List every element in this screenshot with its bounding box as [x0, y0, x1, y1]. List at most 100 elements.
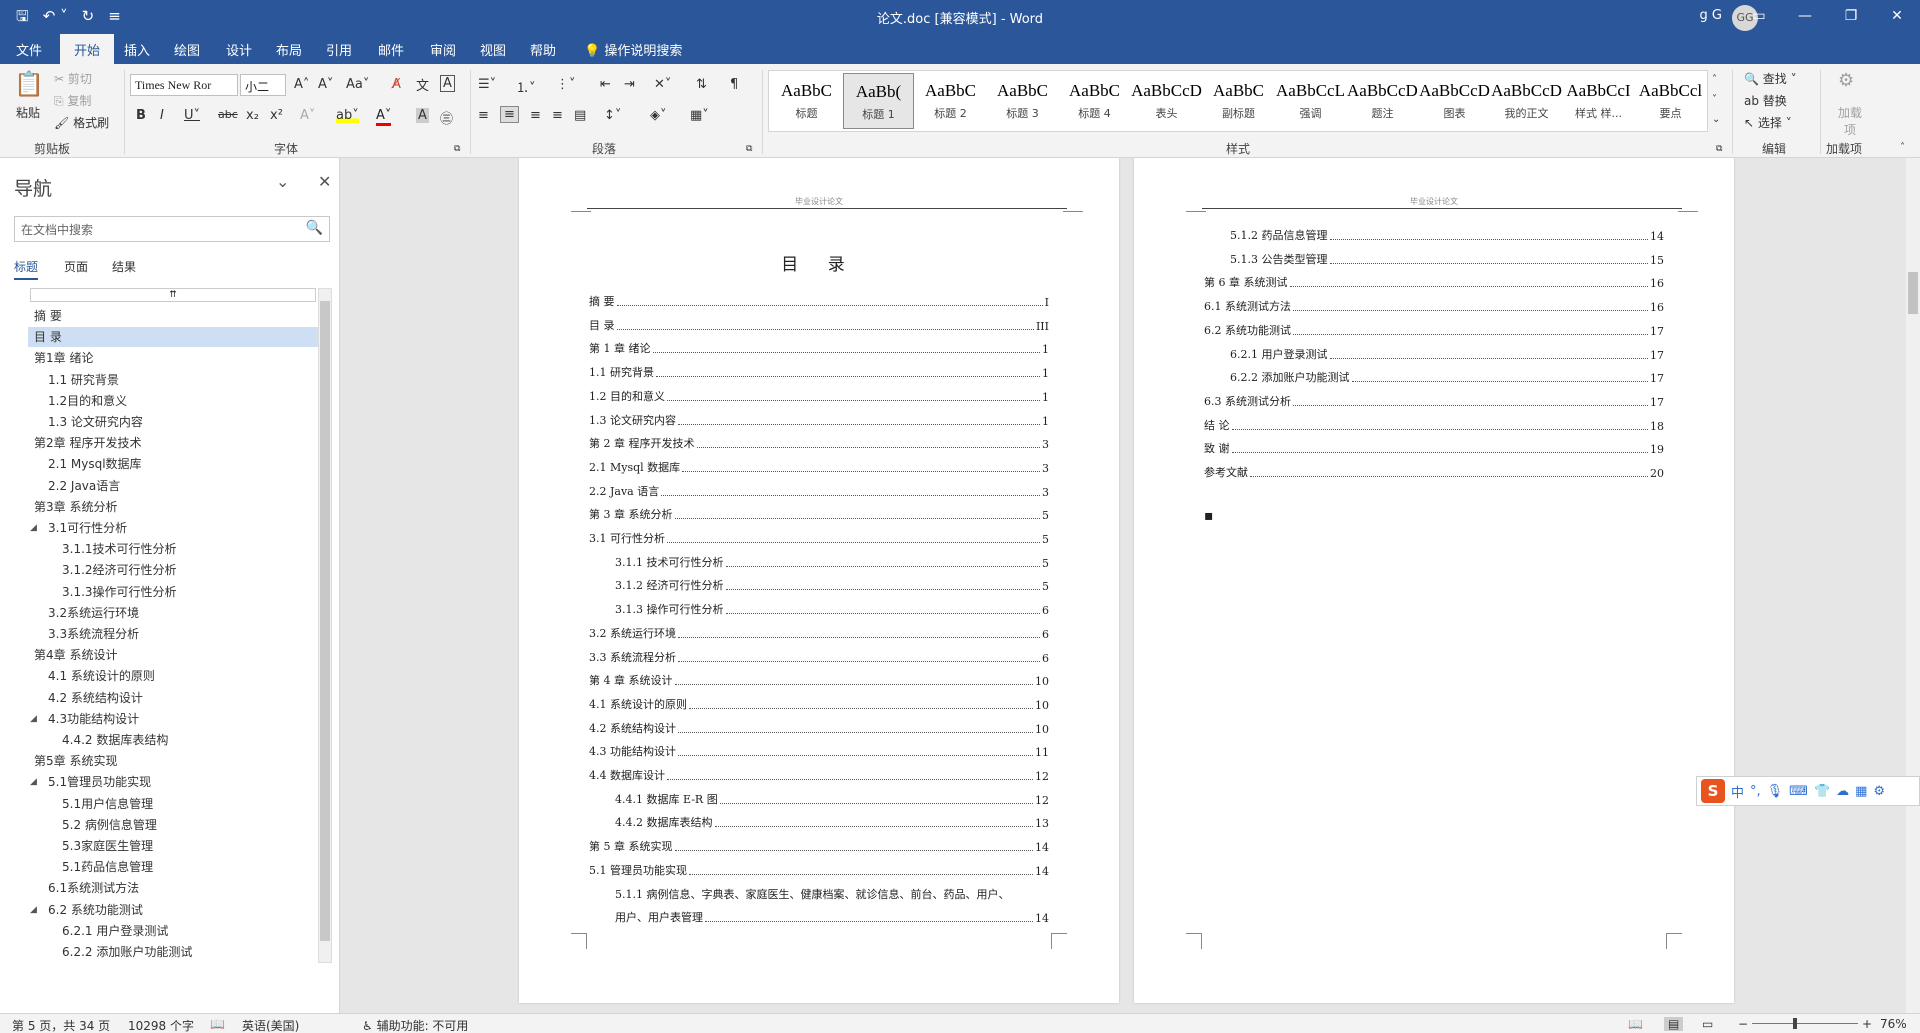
nav-heading-item[interactable]: 4.1 系统设计的原则 — [28, 666, 318, 686]
nav-heading-item[interactable]: 1.3 论文研究内容 — [28, 412, 318, 432]
gallery-more-icon[interactable]: ⌄ — [1712, 114, 1720, 125]
tab-mailings[interactable]: 邮件 — [378, 40, 404, 59]
toc-entry[interactable]: 4.2 系统结构设计 10 — [589, 719, 1049, 736]
select-button[interactable]: ↖ 选择 ˅ — [1744, 114, 1792, 131]
numbering-icon[interactable]: ⒈˅ — [516, 77, 536, 96]
toc-entry[interactable]: 3.1.1 技术可行性分析 5 — [615, 553, 1049, 570]
toc-entry[interactable]: 致 谢 19 — [1204, 439, 1664, 456]
toc-entry[interactable]: 用户、用户表管理 14 — [615, 908, 1049, 925]
nav-heading-item[interactable]: ◢ 6.2 系统功能测试 — [28, 900, 318, 920]
dialog-launcher-icon[interactable]: ⧉ — [746, 144, 752, 154]
toc-entry[interactable]: 4.4.2 数据库表结构 13 — [615, 813, 1049, 830]
accessibility-status[interactable]: ♿ 辅助功能: 不可用 — [362, 1017, 468, 1033]
collapse-triangle-icon[interactable]: ◢ — [30, 709, 37, 729]
nav-heading-item[interactable]: 2.1 Mysql数据库 — [28, 454, 318, 474]
style-item[interactable]: AaBbCcI 样式 样... — [1563, 73, 1634, 129]
replace-button[interactable]: ab 替换 — [1744, 92, 1787, 109]
character-shading-icon[interactable]: A — [416, 108, 429, 123]
toc-entry[interactable]: 3.1.3 操作可行性分析 6 — [615, 600, 1049, 617]
toolbox-icon[interactable]: ▦ — [1855, 784, 1867, 799]
justify-icon[interactable]: ≡ — [552, 108, 563, 123]
nav-heading-item[interactable]: 5.3家庭医生管理 — [28, 836, 318, 856]
decrease-indent-icon[interactable]: ⇤ — [600, 77, 611, 92]
shading-icon[interactable]: ◈˅ — [650, 108, 667, 123]
close-icon[interactable]: ✕ — [318, 172, 331, 191]
addins-icon[interactable]: ⚙ — [1838, 70, 1854, 91]
nav-tab-pages[interactable]: 页面 — [64, 258, 88, 275]
tab-design[interactable]: 设计 — [226, 40, 252, 59]
format-painter-button[interactable]: 🖌 格式刷 — [54, 114, 109, 131]
collapse-triangle-icon[interactable]: ◢ — [30, 518, 37, 538]
character-border-icon[interactable]: A — [440, 75, 455, 92]
toc-entry[interactable]: 5.1.3 公告类型管理 15 — [1230, 250, 1664, 267]
style-item[interactable]: AaBbCcL 强调 — [1275, 73, 1346, 129]
toc-entry[interactable]: 第 4 章 系统设计 10 — [589, 671, 1049, 688]
toc-entry[interactable]: 4.4 数据库设计 12 — [589, 766, 1049, 783]
search-icon[interactable]: 🔍 — [306, 220, 323, 236]
font-size-combo[interactable]: 小二 — [240, 74, 286, 96]
nav-scroll-thumb[interactable] — [320, 301, 330, 941]
tab-file[interactable]: 文件 — [16, 40, 42, 59]
highlight-icon[interactable]: ab˅ — [336, 108, 359, 123]
nav-heading-item[interactable]: 3.1.2经济可行性分析 — [28, 560, 318, 580]
web-layout-icon[interactable]: ▭ — [1702, 1017, 1713, 1031]
borders-icon[interactable]: ▦˅ — [690, 108, 709, 123]
align-center-icon[interactable]: ≡ — [500, 106, 519, 123]
nav-heading-item[interactable]: 2.2 Java语言 — [28, 476, 318, 496]
collapse-triangle-icon[interactable]: ◢ — [30, 900, 37, 920]
toc-entry[interactable]: 6.2.2 添加账户功能测试 17 — [1230, 368, 1664, 385]
tab-view[interactable]: 视图 — [480, 40, 506, 59]
cloud-icon[interactable]: ☁ — [1836, 784, 1849, 799]
style-item[interactable]: AaBbCcl 要点 — [1635, 73, 1706, 129]
toc-entry[interactable]: 4.4.1 数据库 E-R 图 12 — [615, 790, 1049, 807]
zoom-level[interactable]: 76% — [1880, 1017, 1907, 1031]
gallery-down-icon[interactable]: ˅ — [1712, 94, 1717, 105]
align-right-icon[interactable]: ≡ — [530, 108, 541, 123]
tell-me-search[interactable]: 💡 操作说明搜索 — [584, 40, 682, 59]
strikethrough-icon[interactable]: abc — [218, 108, 238, 121]
keyboard-icon[interactable]: ⌨ — [1789, 784, 1808, 799]
document-page[interactable]: 毕业设计论文 ▪ 5.1.2 药品信息管理 14 5.1.3 公告类型管理 15 第 6… — [1134, 158, 1734, 1003]
nav-heading-item[interactable]: 目 录 — [28, 327, 318, 348]
toc-entry[interactable]: 第 5 章 系统实现 14 — [589, 837, 1049, 854]
tab-draw[interactable]: 绘图 — [174, 40, 200, 59]
text-effects-icon[interactable]: A˅ — [300, 108, 315, 123]
style-item[interactable]: AaBbC 标题 2 — [915, 73, 986, 129]
subscript-icon[interactable]: x₂ — [246, 108, 259, 123]
toc-entry[interactable]: 2.1 Mysql 数据库 3 — [589, 458, 1049, 475]
bold-icon[interactable]: B — [136, 108, 146, 123]
toc-entry[interactable]: 4.3 功能结构设计 11 — [589, 742, 1049, 759]
scroll-thumb[interactable] — [1908, 272, 1918, 314]
nav-heading-item[interactable]: 5.2 病例信息管理 — [28, 815, 318, 835]
addins-button[interactable]: 加载项 — [1834, 104, 1866, 138]
nav-heading-item[interactable]: 3.1.3操作可行性分析 — [28, 582, 318, 602]
clear-formatting-icon[interactable]: A̸ — [392, 77, 401, 92]
style-item[interactable]: AaBbCcD 表头 — [1131, 73, 1202, 129]
toc-entry[interactable]: 第 6 章 系统测试 16 — [1204, 273, 1664, 290]
nav-heading-item[interactable]: 4.2 系统结构设计 — [28, 688, 318, 708]
phonetic-guide-icon[interactable]: 文 — [416, 75, 429, 94]
toc-entry[interactable]: 第 2 章 程序开发技术 3 — [589, 434, 1049, 451]
font-name-combo[interactable]: Times New Ror — [130, 74, 238, 96]
zoom-in-icon[interactable]: + — [1862, 1017, 1872, 1031]
multilevel-list-icon[interactable]: ⋮˅ — [556, 77, 576, 92]
find-button[interactable]: 🔍 查找 ˅ — [1744, 70, 1797, 87]
style-item[interactable]: AaBbC 标题 4 — [1059, 73, 1130, 129]
toc-entry[interactable]: 6.1 系统测试方法 16 — [1204, 297, 1664, 314]
style-item[interactable]: AaBbC 标题 — [771, 73, 842, 129]
nav-tab-results[interactable]: 结果 — [112, 258, 136, 275]
toc-entry[interactable]: 3.2 系统运行环境 6 — [589, 624, 1049, 641]
toc-entry[interactable]: 参考文献 20 — [1204, 463, 1664, 480]
document-page[interactable]: 毕业设计论文 目 录 摘 要I目 录 III 第 1 章 绪论 1 1.1 研究背景 1 1… — [519, 158, 1119, 1003]
toc-entry[interactable]: 1.2 目的和意义 1 — [589, 387, 1049, 404]
nav-scrollbar[interactable] — [318, 288, 332, 963]
nav-heading-item[interactable]: ◢ 5.1管理员功能实现 — [28, 772, 318, 792]
distributed-icon[interactable]: ▤ — [574, 108, 586, 123]
toc-entry[interactable]: 4.1 系统设计的原则 10 — [589, 695, 1049, 712]
zoom-slider-thumb[interactable] — [1793, 1018, 1797, 1029]
tab-help[interactable]: 帮助 — [530, 40, 556, 59]
tab-home[interactable]: 开始 — [60, 34, 115, 64]
toc-entry[interactable]: 3.1.2 经济可行性分析 5 — [615, 576, 1049, 593]
toc-entry[interactable]: 第 3 章 系统分析 5 — [589, 505, 1049, 522]
chevron-down-icon[interactable]: ⌄ — [276, 172, 289, 191]
